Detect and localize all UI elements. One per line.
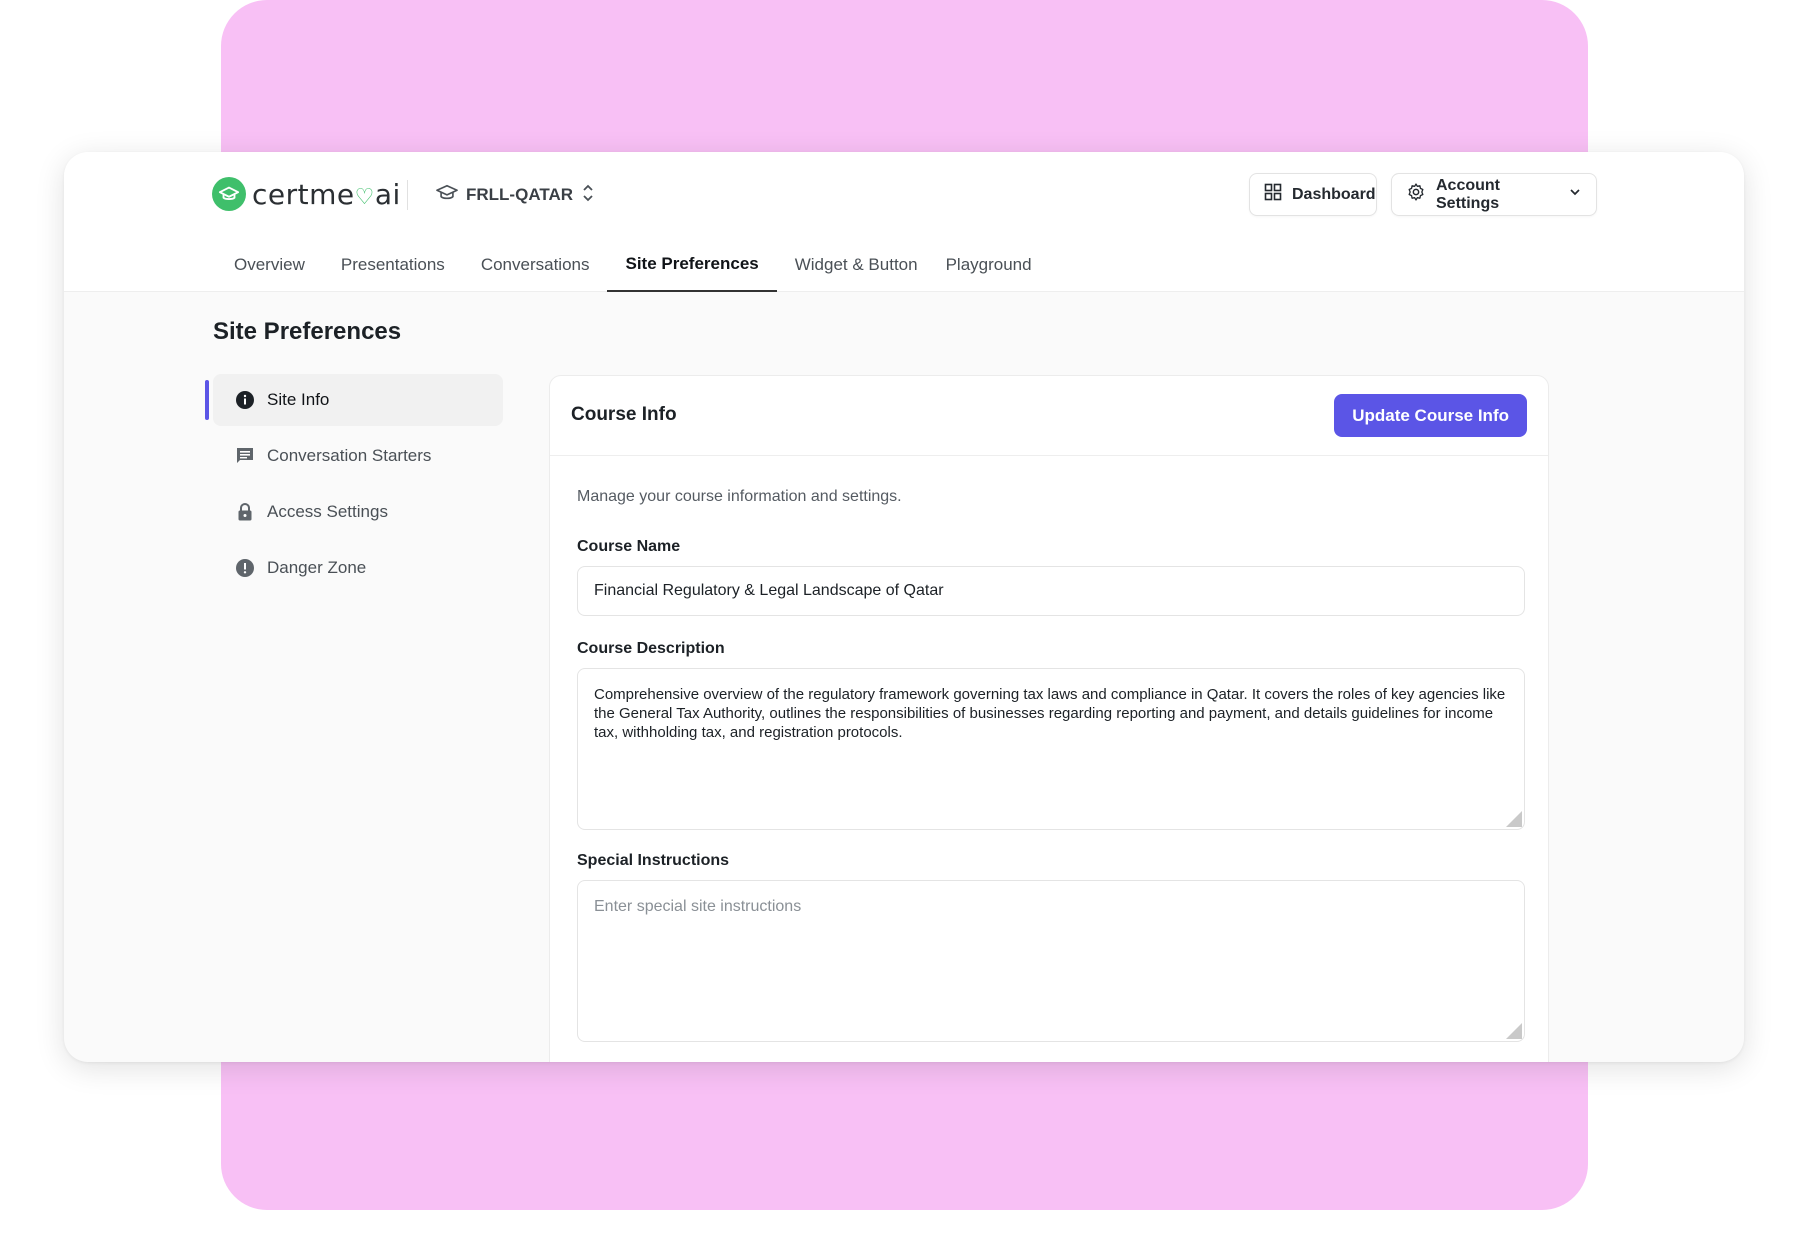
card-description: Manage your course information and setti… bbox=[577, 488, 902, 505]
page-title: Site Preferences bbox=[213, 318, 402, 345]
sidebar-item-label: Access Settings bbox=[267, 502, 388, 521]
settings-sidebar: Site Info Conversation Starters Access S… bbox=[205, 374, 505, 598]
grid-icon bbox=[1264, 183, 1282, 206]
resize-handle-icon[interactable] bbox=[1504, 1021, 1522, 1039]
tab-widget-button[interactable]: Widget & Button bbox=[777, 238, 936, 292]
sidebar-item-danger-zone[interactable]: Danger Zone bbox=[205, 542, 505, 594]
dashboard-button[interactable]: Dashboard bbox=[1249, 173, 1377, 216]
dashboard-label: Dashboard bbox=[1292, 185, 1376, 203]
course-description-text: Comprehensive overview of the regulatory… bbox=[594, 686, 1506, 741]
resize-handle-icon[interactable] bbox=[1504, 809, 1522, 827]
heart-icon: ♡ bbox=[354, 184, 375, 210]
header-divider bbox=[407, 180, 408, 210]
update-course-info-button[interactable]: Update Course Info bbox=[1334, 394, 1527, 437]
chat-icon bbox=[235, 446, 255, 466]
chevron-down-icon bbox=[1568, 185, 1582, 204]
lock-icon bbox=[235, 502, 255, 522]
sidebar-item-conversation-starters[interactable]: Conversation Starters bbox=[205, 430, 505, 482]
graduation-cap-icon bbox=[212, 177, 246, 211]
alert-icon bbox=[235, 558, 255, 578]
tab-site-preferences[interactable]: Site Preferences bbox=[607, 238, 777, 292]
course-info-card: Course Info Update Course Info Manage yo… bbox=[549, 375, 1549, 1062]
sidebar-item-label: Danger Zone bbox=[267, 558, 367, 577]
account-settings-label: Account Settings bbox=[1436, 176, 1500, 212]
tab-overview[interactable]: Overview bbox=[216, 238, 323, 292]
special-instructions-label: Special Instructions bbox=[577, 852, 730, 869]
course-name-input[interactable]: Financial Regulatory & Legal Landscape o… bbox=[577, 566, 1525, 616]
sidebar-item-site-info[interactable]: Site Info bbox=[205, 374, 503, 426]
main-tabs: Overview Presentations Conversations Sit… bbox=[216, 238, 1050, 292]
special-instructions-placeholder: Enter special site instructions bbox=[594, 898, 802, 915]
sidebar-item-label: Site Info bbox=[267, 390, 330, 409]
info-icon bbox=[235, 390, 255, 410]
card-header: Course Info Update Course Info bbox=[550, 376, 1548, 456]
course-code: FRLL-QATAR bbox=[466, 185, 574, 204]
card-title: Course Info bbox=[571, 404, 677, 425]
sidebar-item-label: Conversation Starters bbox=[267, 446, 432, 465]
course-switcher[interactable]: FRLL-QATAR bbox=[436, 178, 595, 212]
course-description-label: Course Description bbox=[577, 640, 725, 657]
brand-name: certme♡ai bbox=[252, 177, 401, 211]
account-settings-button[interactable]: Account Settings bbox=[1391, 173, 1597, 216]
chevron-up-down-icon bbox=[581, 182, 595, 209]
tab-playground[interactable]: Playground bbox=[936, 238, 1050, 292]
course-description-textarea[interactable]: Comprehensive overview of the regulatory… bbox=[577, 668, 1525, 830]
brand-logo[interactable]: certme♡ai bbox=[212, 176, 401, 212]
graduation-cap-icon bbox=[436, 183, 458, 208]
sidebar-item-access-settings[interactable]: Access Settings bbox=[205, 486, 505, 538]
course-name-label: Course Name bbox=[577, 538, 681, 555]
app-window: certme♡ai FRLL-QATAR Dashboard Account S… bbox=[64, 152, 1744, 1062]
stage: certme♡ai FRLL-QATAR Dashboard Account S… bbox=[0, 0, 1800, 1260]
tab-conversations[interactable]: Conversations bbox=[463, 238, 608, 292]
tab-presentations[interactable]: Presentations bbox=[323, 238, 463, 292]
top-header: certme♡ai FRLL-QATAR Dashboard Account S… bbox=[64, 152, 1744, 292]
gear-icon bbox=[1406, 182, 1426, 207]
special-instructions-textarea[interactable]: Enter special site instructions bbox=[577, 880, 1525, 1042]
